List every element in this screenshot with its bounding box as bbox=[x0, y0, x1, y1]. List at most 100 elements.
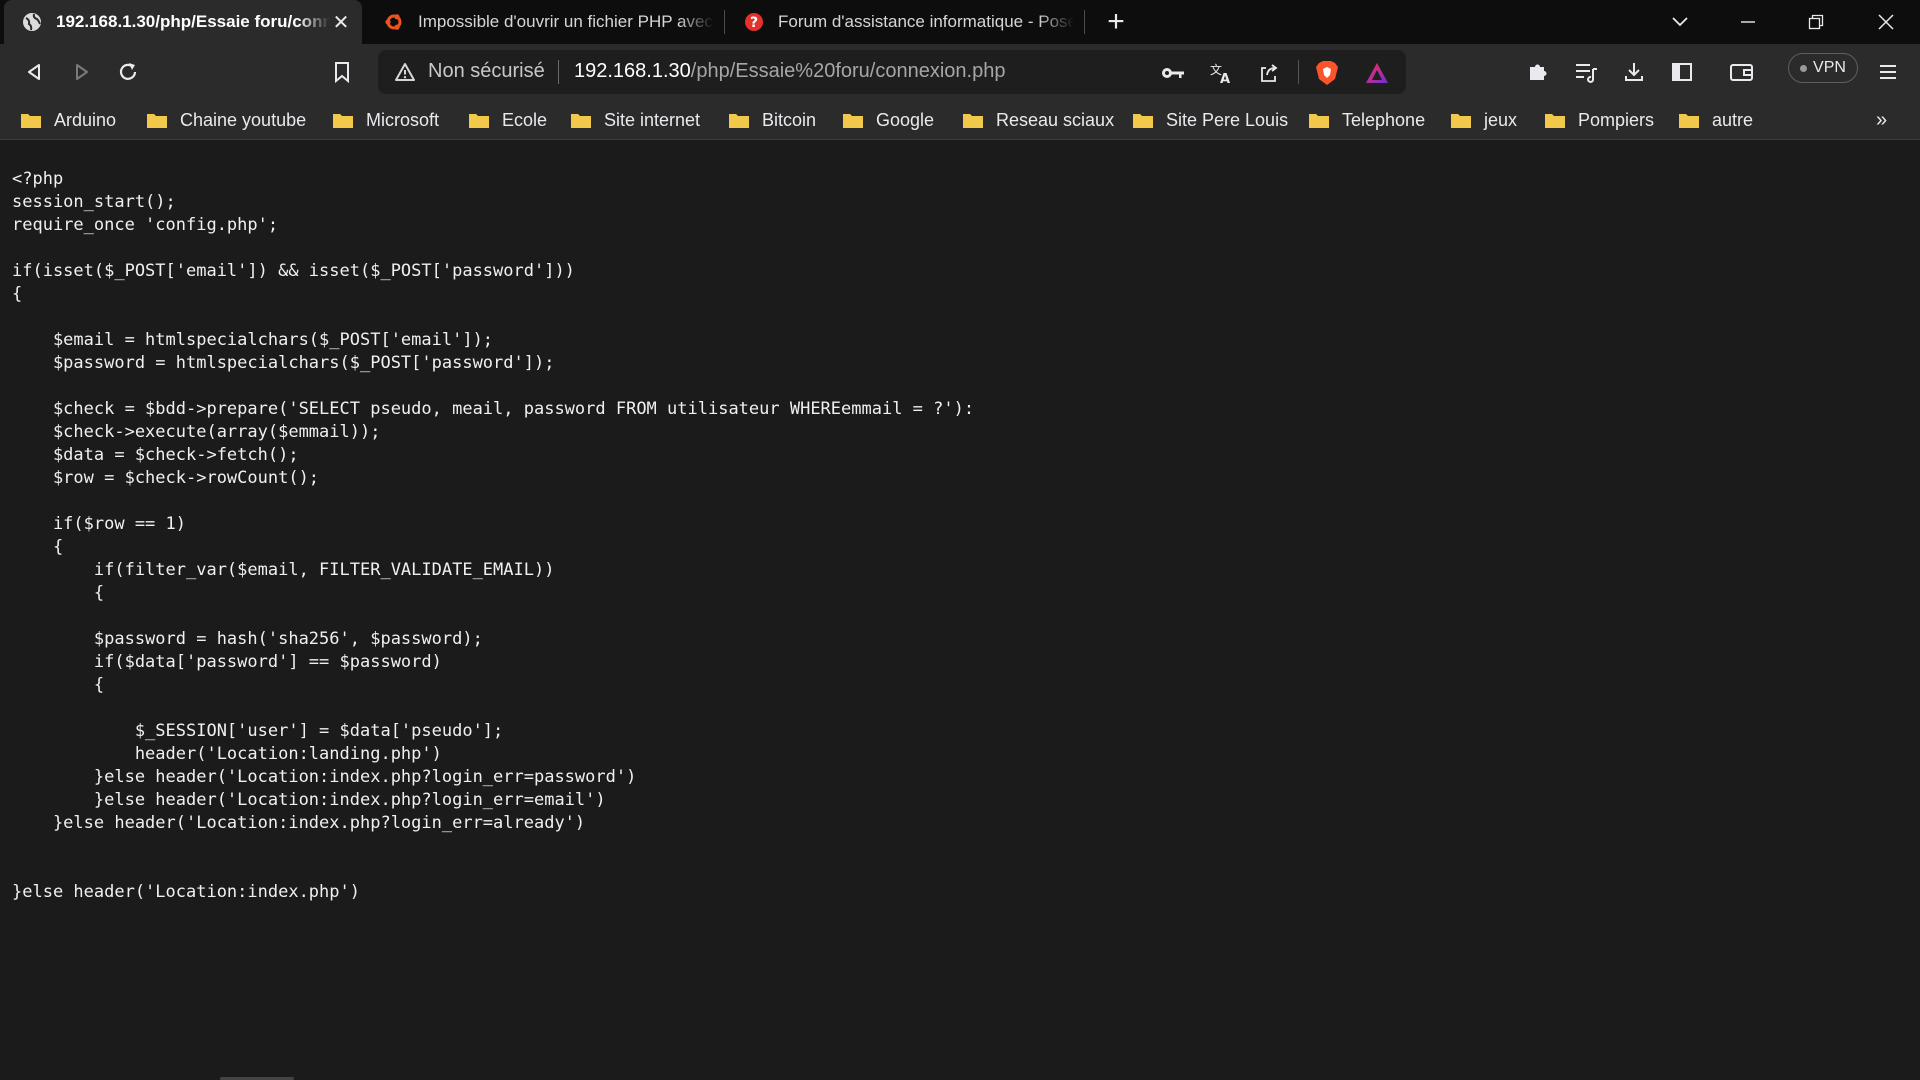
toolbar: Non sécurisé 192.168.1.30/php/Essaie%20f… bbox=[0, 44, 1920, 100]
address-bar[interactable]: Non sécurisé 192.168.1.30/php/Essaie%20f… bbox=[378, 50, 1406, 94]
puzzle-icon bbox=[1530, 64, 1547, 80]
bookmark-icon bbox=[335, 62, 349, 83]
tab-forum[interactable]: ? Forum d'assistance informatique - Pose… bbox=[726, 0, 1084, 44]
close-window-button[interactable] bbox=[1858, 0, 1914, 44]
key-icon[interactable] bbox=[1160, 60, 1186, 86]
folder-icon bbox=[468, 111, 490, 129]
bookmark-label: Site internet bbox=[604, 109, 701, 130]
bookmark-label: jeux bbox=[1484, 109, 1518, 130]
warning-icon[interactable] bbox=[394, 62, 416, 87]
url-text[interactable]: 192.168.1.30/php/Essaie%20foru/connexion… bbox=[574, 60, 1005, 83]
forward-icon bbox=[76, 64, 88, 80]
bookmark-label: Chaine youtube bbox=[180, 109, 307, 130]
bookmark-label: Bitcoin bbox=[762, 109, 817, 130]
url-path: /php/Essaie%20foru/connexion.php bbox=[690, 60, 1006, 82]
vpn-label: VPN bbox=[1813, 59, 1846, 76]
address-divider bbox=[1298, 60, 1299, 84]
reload-button[interactable] bbox=[112, 56, 144, 88]
bookmarks-bar: Arduino Chaine youtube Microsoft Ecole S… bbox=[0, 100, 1920, 140]
minimize-button[interactable] bbox=[1720, 0, 1776, 44]
hamburger-icon bbox=[1880, 65, 1896, 79]
forward-button[interactable] bbox=[66, 56, 98, 88]
folder-icon bbox=[570, 111, 592, 129]
bookmark-google[interactable]: Google bbox=[842, 106, 934, 134]
bookmark-label: Arduino bbox=[54, 109, 117, 130]
bookmark-site-internet[interactable]: Site internet bbox=[570, 106, 700, 134]
minimize-icon bbox=[1741, 21, 1755, 23]
vpn-button[interactable]: VPN bbox=[1788, 53, 1858, 83]
bookmark-pompiers[interactable]: Pompiers bbox=[1544, 106, 1654, 134]
php-source-code: <?php session_start(); require_once 'con… bbox=[12, 169, 975, 902]
folder-icon bbox=[146, 111, 168, 129]
folder-icon bbox=[1450, 111, 1472, 129]
tab-ubuntu[interactable]: Impossible d'ouvrir un fichier PHP avec … bbox=[366, 0, 724, 44]
download-icon bbox=[1625, 63, 1643, 81]
bookmark-label: Reseau sciaux bbox=[996, 109, 1115, 130]
bookmark-label: Site Pere Louis bbox=[1166, 109, 1289, 130]
folder-icon bbox=[1132, 111, 1154, 129]
folder-icon bbox=[20, 111, 42, 129]
plus-icon: + bbox=[1107, 5, 1125, 38]
bookmark-label: Telephone bbox=[1342, 109, 1426, 130]
browser-window: 192.168.1.30/php/Essaie foru/connexion.p… bbox=[0, 0, 1920, 1080]
bookmark-jeux[interactable]: jeux bbox=[1450, 106, 1517, 134]
bookmark-label: Google bbox=[876, 109, 935, 130]
folder-icon bbox=[842, 111, 864, 129]
svg-text:?: ? bbox=[750, 15, 758, 31]
translate-icon[interactable]: 文A bbox=[1208, 60, 1234, 86]
tab-divider bbox=[1084, 10, 1085, 34]
tab-title: 192.168.1.30/php/Essaie foru/connexion.p… bbox=[56, 12, 330, 31]
back-icon bbox=[28, 64, 40, 80]
brave-rewards-icon[interactable] bbox=[1364, 60, 1390, 86]
extensions-button[interactable] bbox=[1522, 56, 1554, 88]
security-status[interactable]: Non sécurisé bbox=[428, 60, 545, 83]
close-icon[interactable]: ✕ bbox=[330, 11, 352, 34]
bookmark-site-pere-louis[interactable]: Site Pere Louis bbox=[1132, 106, 1288, 134]
bookmark-reseau-sciaux[interactable]: Reseau sciaux bbox=[962, 106, 1114, 134]
bookmark-label: autre bbox=[1712, 109, 1754, 130]
wallet-button[interactable] bbox=[1726, 56, 1758, 88]
tab-strip: 192.168.1.30/php/Essaie foru/connexion.p… bbox=[0, 0, 1920, 44]
folder-icon bbox=[1678, 111, 1700, 129]
bookmark-arduino[interactable]: Arduino bbox=[20, 106, 116, 134]
restore-icon bbox=[1808, 14, 1824, 30]
tab-title: Forum d'assistance informatique - Poser … bbox=[778, 12, 1074, 31]
bookmarks-overflow-button[interactable]: » bbox=[1876, 106, 1887, 134]
folder-icon bbox=[1308, 111, 1330, 129]
restore-button[interactable] bbox=[1788, 0, 1844, 44]
bookmark-button[interactable] bbox=[326, 56, 358, 88]
back-button[interactable] bbox=[18, 56, 50, 88]
folder-icon bbox=[1544, 111, 1566, 129]
bookmark-bitcoin[interactable]: Bitcoin bbox=[728, 106, 816, 134]
bookmark-microsoft[interactable]: Microsoft bbox=[332, 106, 439, 134]
url-host: 192.168.1.30 bbox=[574, 60, 691, 82]
folder-icon bbox=[962, 111, 984, 129]
svg-text:A: A bbox=[1220, 72, 1230, 85]
address-divider bbox=[558, 60, 559, 84]
reload-icon bbox=[119, 63, 137, 80]
bookmark-label: Pompiers bbox=[1578, 109, 1655, 130]
chevron-down-icon bbox=[1672, 17, 1688, 27]
sidebar-button[interactable] bbox=[1666, 56, 1698, 88]
wallet-icon bbox=[1730, 64, 1753, 81]
ubuntu-icon bbox=[384, 12, 404, 32]
bookmark-label: Microsoft bbox=[366, 109, 440, 130]
folder-icon bbox=[728, 111, 750, 129]
vpn-status-dot bbox=[1800, 64, 1808, 72]
page-content: <?php session_start(); require_once 'con… bbox=[0, 140, 1920, 1080]
brave-shield-icon[interactable] bbox=[1314, 60, 1340, 86]
new-tab-button[interactable]: + bbox=[1100, 5, 1132, 38]
downloads-button[interactable] bbox=[1618, 56, 1650, 88]
playlist-button[interactable] bbox=[1570, 56, 1602, 88]
question-icon: ? bbox=[744, 12, 764, 32]
bookmark-chaine-youtube[interactable]: Chaine youtube bbox=[146, 106, 306, 134]
close-icon bbox=[1878, 14, 1894, 30]
bookmark-telephone[interactable]: Telephone bbox=[1308, 106, 1425, 134]
globe-icon bbox=[22, 12, 42, 32]
bookmark-autre[interactable]: autre bbox=[1678, 106, 1753, 134]
share-icon[interactable] bbox=[1256, 60, 1282, 86]
menu-button[interactable] bbox=[1872, 56, 1904, 88]
tab-connexion[interactable]: 192.168.1.30/php/Essaie foru/connexion.p… bbox=[4, 0, 362, 44]
bookmark-ecole[interactable]: Ecole bbox=[468, 106, 547, 134]
tab-search-button[interactable] bbox=[1652, 0, 1708, 44]
